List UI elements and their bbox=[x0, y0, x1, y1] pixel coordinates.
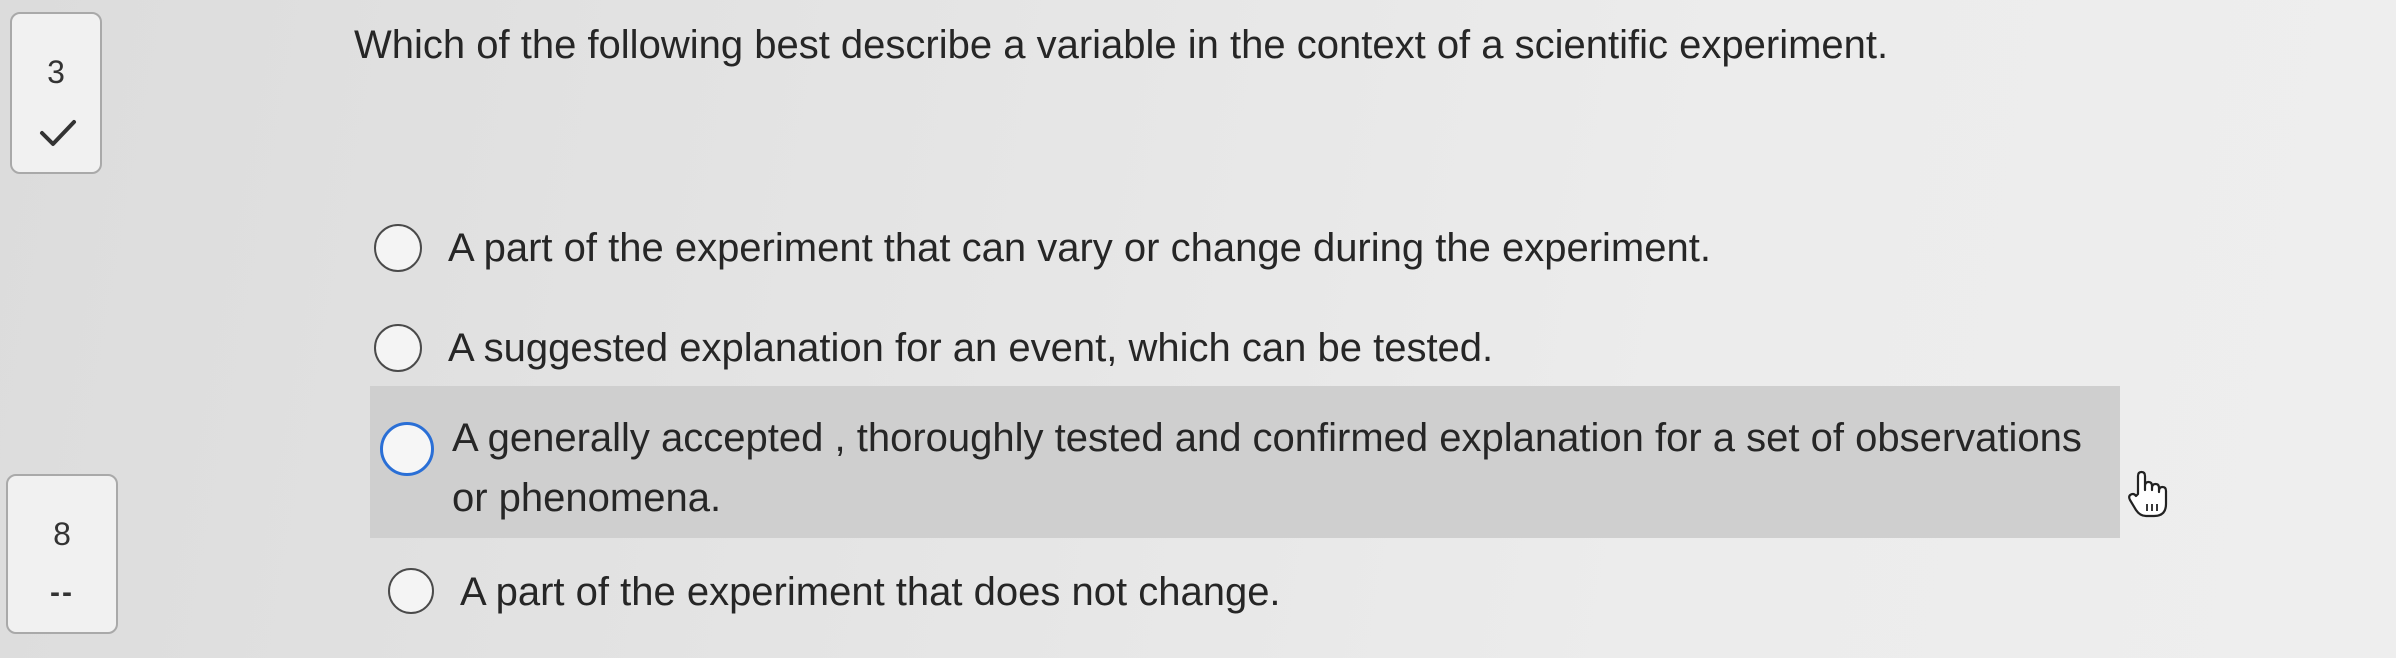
question-number: 8 bbox=[53, 516, 71, 552]
check-icon bbox=[40, 120, 76, 146]
answer-option-b[interactable]: A suggested explanation for an event, wh… bbox=[370, 316, 2120, 386]
radio-button[interactable] bbox=[388, 568, 434, 614]
unanswered-status: -- bbox=[50, 576, 74, 609]
answer-label[interactable]: A generally accepted , thoroughly tested… bbox=[452, 408, 2092, 528]
answer-label[interactable]: A part of the experiment that does not c… bbox=[460, 562, 1281, 622]
radio-button[interactable] bbox=[374, 224, 422, 272]
hand-pointer-icon bbox=[2128, 470, 2168, 518]
answer-option-a[interactable]: A part of the experiment that can vary o… bbox=[370, 214, 2120, 284]
question-number: 3 bbox=[47, 54, 65, 90]
question-nav-item-3[interactable]: 3 bbox=[10, 12, 102, 174]
answer-label[interactable]: A part of the experiment that can vary o… bbox=[448, 218, 1711, 278]
radio-button[interactable] bbox=[380, 422, 434, 476]
radio-button[interactable] bbox=[374, 324, 422, 372]
answer-option-d[interactable]: A part of the experiment that does not c… bbox=[370, 560, 2120, 630]
answer-option-c[interactable]: A generally accepted , thoroughly tested… bbox=[370, 386, 2120, 538]
answer-label[interactable]: A suggested explanation for an event, wh… bbox=[448, 318, 1493, 378]
question-text: Which of the following best describe a v… bbox=[354, 23, 1889, 67]
question-nav-item-8[interactable]: 8 -- bbox=[6, 474, 118, 634]
